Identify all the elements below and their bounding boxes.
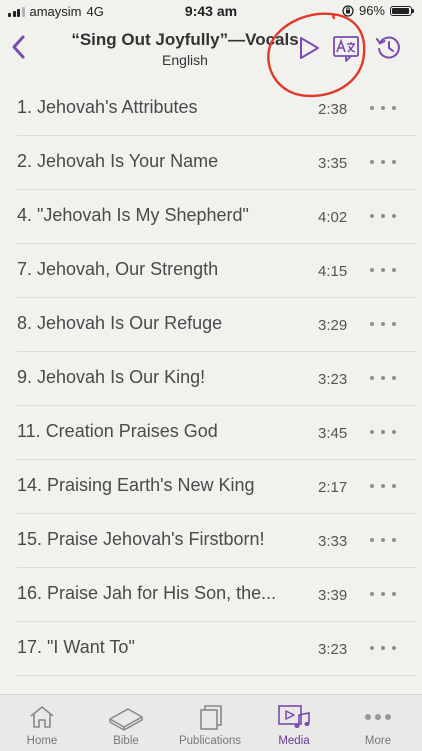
more-options-icon[interactable]	[370, 206, 396, 226]
song-duration: 3:33	[318, 533, 348, 550]
more-options-icon[interactable]	[370, 260, 396, 280]
tab-label: Publications	[178, 735, 241, 747]
song-row[interactable]: 15. Praise Jehovah's Firstborn! 3:33	[0, 514, 422, 568]
tab-publications[interactable]: Publications	[168, 695, 252, 751]
nav-header: “Sing Out Joyfully”—Vocals English	[0, 22, 422, 74]
song-title: 14. Praising Earth's New King	[17, 475, 255, 495]
battery-icon	[390, 5, 414, 16]
play-icon[interactable]	[295, 34, 323, 62]
song-title: 4. "Jehovah Is My Shepherd"	[17, 205, 249, 225]
song-row[interactable]: 1. Jehovah's Attributes 2:38	[0, 82, 422, 136]
page-title: “Sing Out Joyfully”—Vocals	[71, 30, 299, 49]
back-chevron-icon[interactable]	[8, 32, 30, 62]
more-options-icon[interactable]	[370, 476, 396, 496]
song-title: 16. Praise Jah for His Son, the...	[17, 583, 277, 603]
song-title: 7. Jehovah, Our Strength	[17, 259, 219, 279]
song-duration: 3:45	[318, 425, 348, 442]
status-bar: amaysim 4G 9:43 am 96%	[0, 0, 422, 22]
song-row[interactable]: 16. Praise Jah for His Son, the... 3:39	[0, 568, 422, 622]
song-duration: 2:38	[318, 101, 348, 118]
song-duration: 3:23	[318, 371, 348, 388]
more-options-icon[interactable]	[370, 98, 396, 118]
song-title: 17. "I Want To"	[17, 637, 135, 657]
song-row[interactable]: 17. "I Want To" 3:23	[0, 622, 422, 676]
more-options-icon[interactable]	[370, 422, 396, 442]
song-title: 2. Jehovah Is Your Name	[17, 151, 219, 171]
song-row[interactable]: 4. "Jehovah Is My Shepherd" 4:02	[0, 190, 422, 244]
orientation-lock-icon	[342, 4, 354, 17]
song-title: 1. Jehovah's Attributes	[17, 97, 198, 117]
song-duration: 4:15	[318, 263, 348, 280]
history-icon[interactable]	[375, 34, 403, 62]
tab-bar: Home Bible Publications Media More	[0, 694, 422, 751]
song-duration: 3:29	[318, 317, 348, 334]
tab-label: Home	[26, 735, 58, 747]
song-row[interactable]: 9. Jehovah Is Our King! 3:23	[0, 352, 422, 406]
tab-label: Bible	[113, 735, 139, 747]
media-icon	[278, 705, 310, 728]
tab-label: Media	[278, 735, 310, 747]
home-icon	[30, 706, 54, 728]
more-options-icon[interactable]	[370, 584, 396, 604]
more-options-icon[interactable]	[370, 638, 396, 658]
song-duration: 3:39	[318, 587, 348, 604]
song-title: 11. Creation Praises God	[17, 421, 218, 441]
song-title: 9. Jehovah Is Our King!	[17, 367, 206, 387]
more-icon	[365, 714, 391, 720]
header-titles: “Sing Out Joyfully”—Vocals English	[40, 30, 330, 68]
song-duration: 3:35	[318, 155, 348, 172]
song-list: 1. Jehovah's Attributes 2:38 2. Jehovah Is…	[0, 82, 422, 676]
status-right: 96%	[342, 3, 414, 18]
song-row[interactable]: 2. Jehovah Is Your Name 3:35	[0, 136, 422, 190]
song-row[interactable]: 14. Praising Earth's New King 2:17	[0, 460, 422, 514]
song-title: 15. Praise Jehovah's Firstborn!	[17, 529, 265, 549]
tab-media[interactable]: Media	[252, 695, 336, 751]
battery-percent: 96%	[358, 3, 385, 18]
publications-icon	[200, 705, 222, 730]
tab-home[interactable]: Home	[0, 695, 84, 751]
song-duration: 2:17	[318, 479, 348, 496]
song-title: 8. Jehovah Is Our Refuge	[17, 313, 223, 333]
song-duration: 4:02	[318, 209, 348, 226]
page-subtitle: English	[162, 52, 208, 68]
bible-icon	[109, 708, 143, 731]
language-icon[interactable]	[332, 34, 360, 62]
tab-more[interactable]: More	[336, 695, 420, 751]
more-options-icon[interactable]	[370, 530, 396, 550]
tab-bible[interactable]: Bible	[84, 695, 168, 751]
song-row[interactable]: 11. Creation Praises God 3:45	[0, 406, 422, 460]
song-row[interactable]: 8. Jehovah Is Our Refuge 3:29	[0, 298, 422, 352]
song-row[interactable]: 7. Jehovah, Our Strength 4:15	[0, 244, 422, 298]
tab-label: More	[364, 735, 392, 747]
more-options-icon[interactable]	[370, 152, 396, 172]
song-duration: 3:23	[318, 641, 348, 658]
more-options-icon[interactable]	[370, 368, 396, 388]
more-options-icon[interactable]	[370, 314, 396, 334]
